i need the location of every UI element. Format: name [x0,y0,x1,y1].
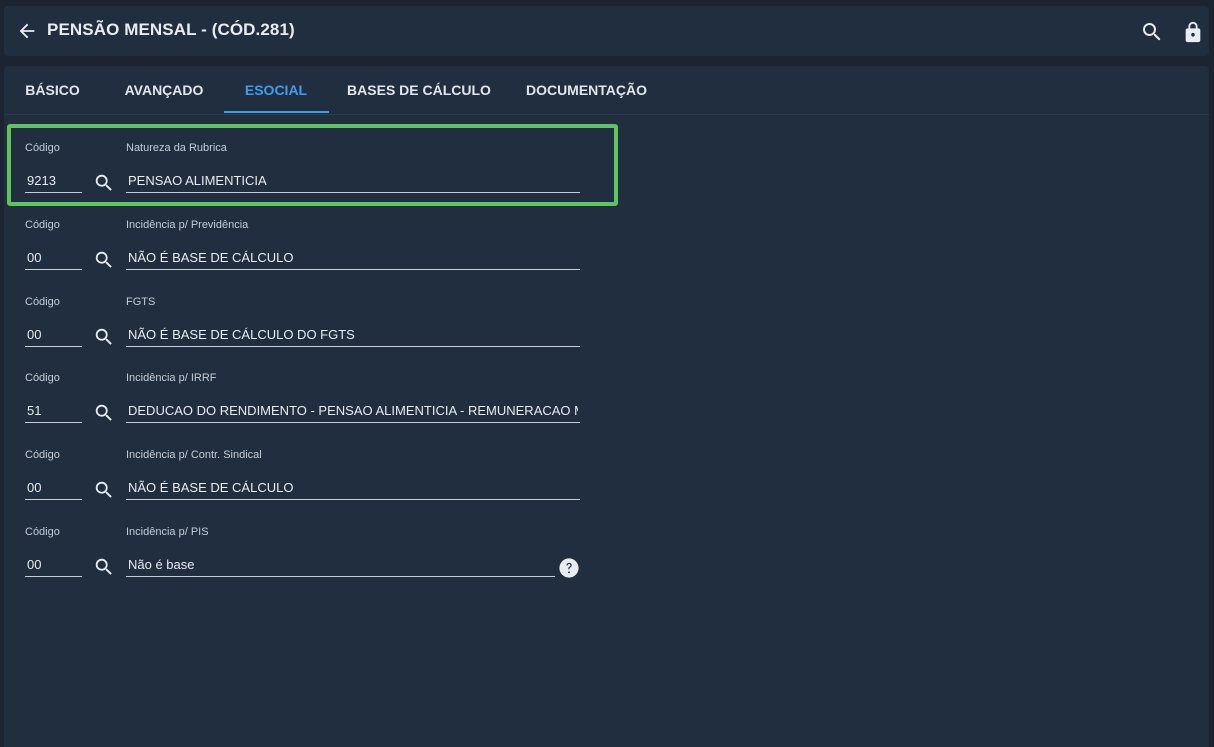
field-row-natureza: Código 9213 Natureza da Rubrica PENSAO A… [4,137,624,197]
search-icon[interactable] [93,249,115,271]
arrow-left-icon[interactable] [16,20,38,42]
tab-basico[interactable]: BÁSICO [4,66,101,114]
lock-icon[interactable] [1182,19,1204,45]
help-icon[interactable] [558,557,580,579]
tab-documentacao[interactable]: DOCUMENTAÇÃO [519,66,654,114]
page-title: PENSÃO MENSAL - (CÓD.281) [47,20,295,39]
desc-label: FGTS [126,296,156,308]
code-underline [25,269,82,270]
field-row-previdencia: Código 00 Incidência p/ Previdência NÃO … [4,214,624,274]
search-icon[interactable] [93,556,115,578]
field-row-pis: Código 00 Incidência p/ PIS Não é base [4,521,624,581]
desc-label: Incidência p/ IRRF [126,372,217,384]
search-icon[interactable] [93,172,115,194]
desc-underline [126,346,580,347]
code-input[interactable]: 00 [27,250,83,265]
desc-label: Incidência p/ PIS [126,526,209,538]
tab-bar: BÁSICO AVANÇADO ESOCIAL BASES DE CÁLCULO… [4,66,1209,115]
desc-underline [126,576,555,577]
code-underline [25,422,82,423]
code-label: Código [25,372,60,384]
active-tab-indicator [224,111,329,113]
desc-underline [126,269,580,270]
search-icon[interactable] [1140,20,1164,44]
desc-field[interactable]: NÃO É BASE DE CÁLCULO DO FGTS [128,327,578,342]
tab-bases-de-calculo[interactable]: BASES DE CÁLCULO [344,66,494,114]
desc-underline [126,192,580,193]
desc-field[interactable]: Não é base [128,557,552,572]
desc-field[interactable]: PENSAO ALIMENTICIA [128,173,578,188]
tab-avancado[interactable]: AVANÇADO [114,66,214,114]
code-underline [25,346,82,347]
code-label: Código [25,449,60,461]
desc-underline [126,422,580,423]
search-icon[interactable] [93,479,115,501]
code-label: Código [25,296,60,308]
desc-underline [126,499,580,500]
tab-esocial[interactable]: ESOCIAL [226,66,326,114]
field-row-irrf: Código 51 Incidência p/ IRRF DEDUCAO DO … [4,367,624,427]
code-input[interactable]: 00 [27,327,83,342]
search-icon[interactable] [93,402,115,424]
app-header: PENSÃO MENSAL - (CÓD.281) [4,6,1209,56]
code-input[interactable]: 00 [27,480,83,495]
code-label: Código [25,526,60,538]
desc-field[interactable]: NÃO É BASE DE CÁLCULO [128,250,578,265]
desc-label: Incidência p/ Previdência [126,219,249,231]
field-row-fgts: Código 00 FGTS NÃO É BASE DE CÁLCULO DO … [4,291,624,351]
code-underline [25,499,82,500]
code-input[interactable]: 00 [27,557,83,572]
code-underline [25,192,82,193]
desc-field[interactable]: DEDUCAO DO RENDIMENTO - PENSAO ALIMENTIC… [128,403,578,418]
code-label: Código [25,219,60,231]
desc-field[interactable]: NÃO É BASE DE CÁLCULO [128,480,578,495]
code-input[interactable]: 9213 [27,173,83,188]
desc-label: Natureza da Rubrica [126,142,227,154]
main-panel: BÁSICO AVANÇADO ESOCIAL BASES DE CÁLCULO… [4,66,1209,747]
code-label: Código [25,142,60,154]
search-icon[interactable] [93,326,115,348]
code-underline [25,576,82,577]
field-row-contr-sindical: Código 00 Incidência p/ Contr. Sindical … [4,444,624,504]
desc-label: Incidência p/ Contr. Sindical [126,449,262,461]
code-input[interactable]: 51 [27,403,83,418]
